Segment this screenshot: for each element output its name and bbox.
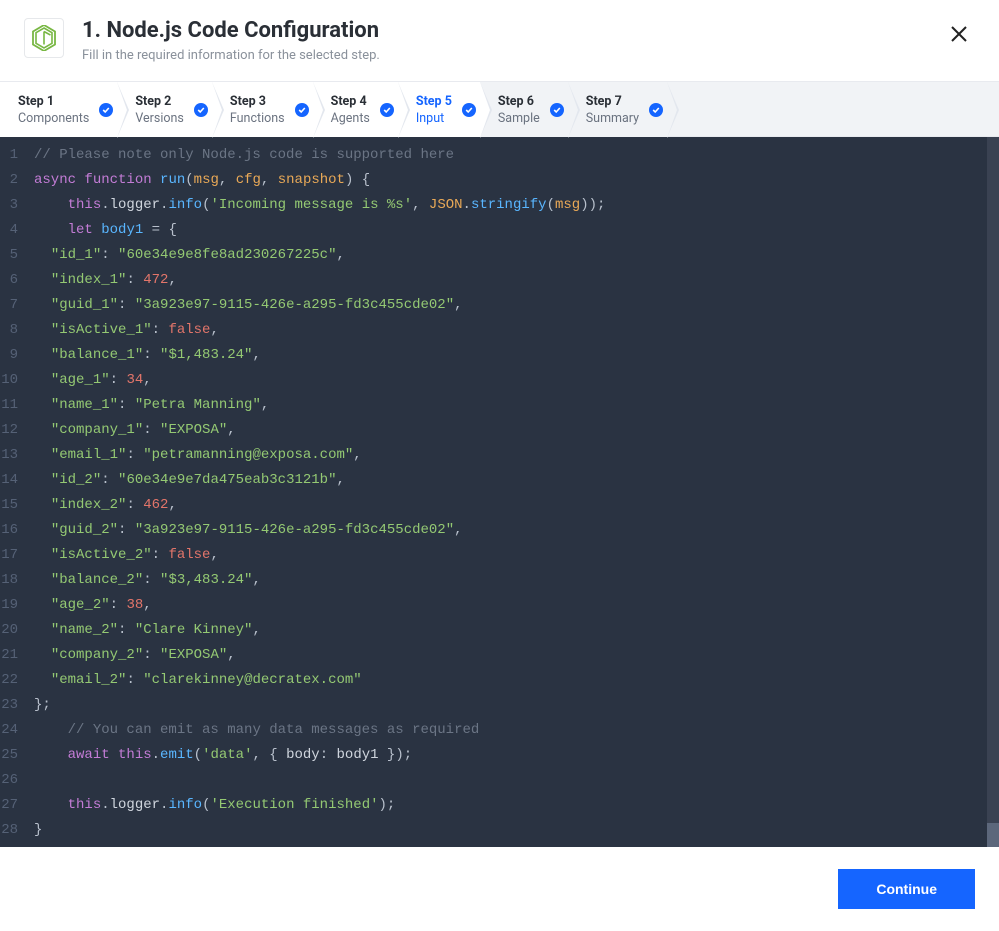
step-3[interactable]: Step 3 Functions <box>212 82 313 138</box>
close-button[interactable] <box>943 18 975 50</box>
check-icon <box>649 103 663 117</box>
modal-header: 1. Node.js Code Configuration Fill in th… <box>0 0 999 81</box>
step-6[interactable]: Step 6 Sample <box>480 82 568 138</box>
step-label: Step 5 <box>416 94 452 109</box>
nodejs-logo <box>24 18 64 58</box>
step-1[interactable]: Step 1 Components <box>0 82 117 138</box>
code-content[interactable]: // Please note only Node.js code is supp… <box>28 137 999 847</box>
step-2[interactable]: Step 2 Versions <box>117 82 212 138</box>
step-4[interactable]: Step 4 Agents <box>313 82 398 138</box>
step-label: Step 6 <box>498 94 540 109</box>
code-editor[interactable]: 1234567891011121314151617181920212223242… <box>0 137 999 847</box>
check-icon <box>550 103 564 117</box>
step-label: Step 7 <box>586 94 639 109</box>
step-label: Step 2 <box>135 94 184 109</box>
page-subtitle: Fill in the required information for the… <box>82 48 943 63</box>
step-sublabel: Functions <box>230 111 285 126</box>
title-wrap: 1. Node.js Code Configuration Fill in th… <box>82 18 943 63</box>
nodejs-icon <box>32 25 56 51</box>
step-sublabel: Sample <box>498 111 540 126</box>
scrollbar-track[interactable] <box>987 137 999 847</box>
step-label: Step 4 <box>331 94 370 109</box>
check-icon <box>194 103 208 117</box>
check-icon <box>380 103 394 117</box>
step-sublabel: Input <box>416 111 452 126</box>
scrollbar-thumb[interactable] <box>987 823 999 847</box>
page-title: 1. Node.js Code Configuration <box>82 18 943 44</box>
check-icon <box>462 103 476 117</box>
step-sublabel: Summary <box>586 111 639 126</box>
line-gutter: 1234567891011121314151617181920212223242… <box>0 137 28 847</box>
continue-button[interactable]: Continue <box>838 869 975 909</box>
step-7[interactable]: Step 7 Summary <box>568 82 667 138</box>
step-5[interactable]: Step 5 Input <box>398 82 480 138</box>
modal-root: 1. Node.js Code Configuration Fill in th… <box>0 0 999 931</box>
stepper: Step 1 Components Step 2 Versions Step 3 Func… <box>0 81 999 137</box>
check-icon <box>295 103 309 117</box>
close-icon <box>950 25 968 43</box>
step-sublabel: Versions <box>135 111 184 126</box>
check-icon <box>99 103 113 117</box>
step-label: Step 1 <box>18 94 89 109</box>
step-sublabel: Components <box>18 111 89 126</box>
step-label: Step 3 <box>230 94 285 109</box>
step-sublabel: Agents <box>331 111 370 126</box>
modal-footer: Continue <box>0 847 999 931</box>
